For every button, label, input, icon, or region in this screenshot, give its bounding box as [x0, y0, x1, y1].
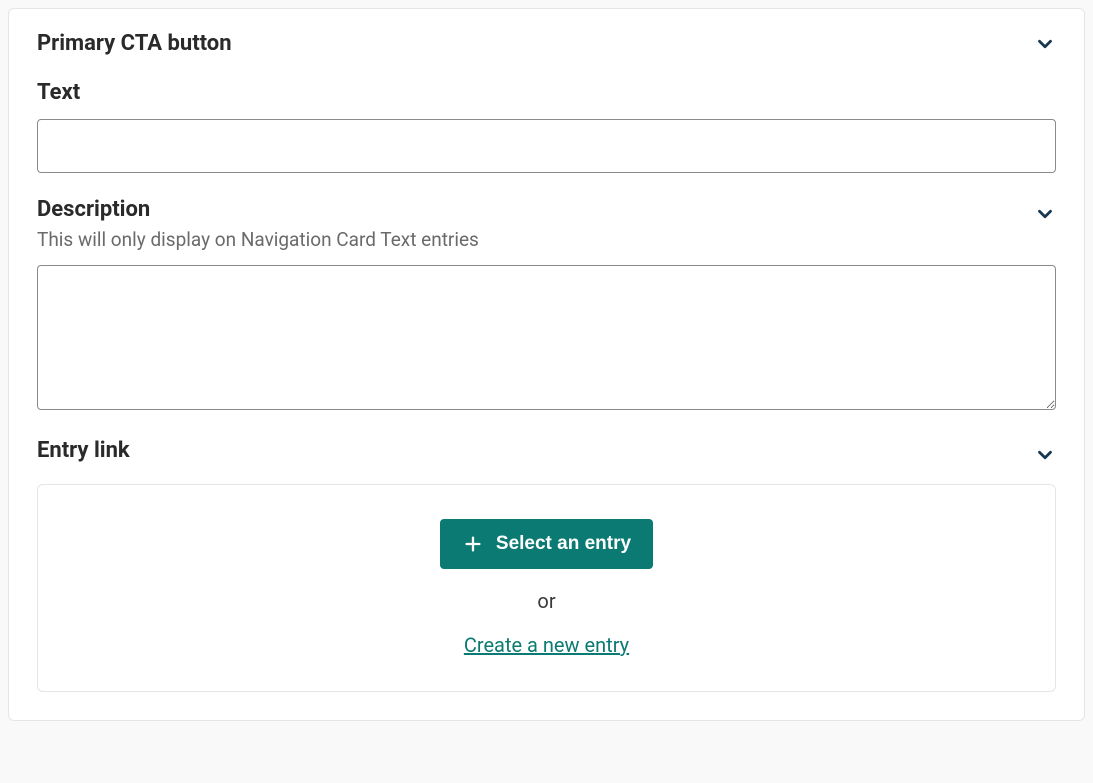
chevron-down-icon[interactable]	[1034, 444, 1056, 466]
select-entry-button[interactable]: Select an entry	[440, 519, 653, 569]
primary-cta-card: Primary CTA button Text Description This…	[8, 8, 1085, 721]
entry-link-label: Entry link	[37, 438, 130, 463]
text-label: Text	[37, 80, 1056, 105]
description-hint: This will only display on Navigation Car…	[37, 228, 479, 251]
or-text: or	[537, 589, 555, 613]
plus-icon	[462, 533, 484, 555]
section-header: Primary CTA button	[37, 31, 1056, 56]
create-entry-link[interactable]: Create a new entry	[464, 633, 629, 657]
chevron-down-icon[interactable]	[1034, 33, 1056, 55]
select-entry-label: Select an entry	[496, 533, 631, 555]
entry-link-field-group: Entry link Select an entry or Create a n…	[37, 438, 1056, 692]
section-title: Primary CTA button	[37, 31, 232, 56]
description-label: Description	[37, 197, 479, 222]
entry-link-box: Select an entry or Create a new entry	[37, 484, 1056, 692]
description-field-group: Description This will only display on Na…	[37, 197, 1056, 414]
description-textarea[interactable]	[37, 265, 1056, 410]
text-field-group: Text	[37, 80, 1056, 173]
chevron-down-icon[interactable]	[1034, 203, 1056, 225]
text-input[interactable]	[37, 119, 1056, 173]
